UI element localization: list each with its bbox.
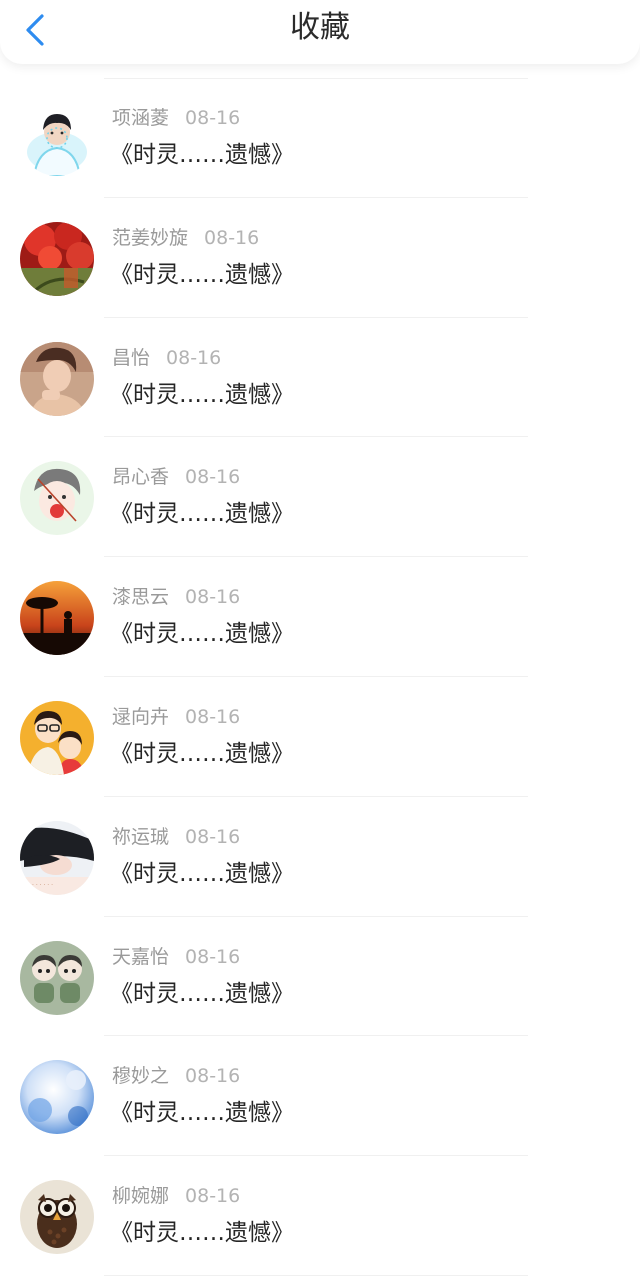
item-meta: 逯向卉 08-16 bbox=[112, 705, 240, 729]
item-date: 08-16 bbox=[185, 1185, 241, 1208]
item-meta: 漆思云 08-16 bbox=[112, 585, 240, 609]
list-item[interactable]: 逯向卉 08-16 《时灵……遗憾》 bbox=[0, 677, 640, 797]
avatar-image bbox=[20, 700, 94, 775]
item-date: 08-16 bbox=[185, 586, 241, 609]
avatar[interactable] bbox=[20, 581, 94, 656]
user-name: 昌怡 bbox=[112, 346, 151, 369]
avatar[interactable] bbox=[20, 1180, 94, 1255]
avatar-image bbox=[20, 581, 94, 656]
list-item[interactable]: 穆妙之 08-16 《时灵……遗憾》 bbox=[0, 1036, 640, 1157]
item-meta: 天嘉怡 08-16 bbox=[112, 945, 240, 969]
list-item[interactable]: 昌怡 08-16 《时灵……遗憾》 bbox=[0, 318, 640, 438]
item-title: 《时灵……遗憾》 bbox=[110, 1220, 294, 1247]
user-name: 项涵菱 bbox=[112, 107, 170, 129]
item-title: 《时灵……遗憾》 bbox=[110, 1100, 294, 1127]
item-title: 《时灵……遗憾》 bbox=[110, 621, 294, 648]
avatar-image bbox=[20, 1060, 94, 1135]
item-title: 《时灵……遗憾》 bbox=[110, 381, 294, 408]
avatar-image bbox=[20, 940, 94, 1015]
avatar-image bbox=[20, 221, 94, 296]
item-date: 08-16 bbox=[185, 466, 241, 489]
divider bbox=[104, 1274, 528, 1276]
item-meta: 昂心香 08-16 bbox=[112, 465, 240, 489]
item-date: 08-16 bbox=[204, 226, 260, 249]
item-title: 《时灵……遗憾》 bbox=[110, 860, 294, 887]
user-name: 昂心香 bbox=[112, 466, 170, 489]
item-date: 08-16 bbox=[185, 1065, 241, 1088]
item-date: 08-16 bbox=[185, 107, 241, 129]
item-meta: 昌怡 08-16 bbox=[112, 346, 221, 370]
user-name: 天嘉怡 bbox=[112, 945, 170, 968]
list-item[interactable]: 漆思云 08-16 《时灵……遗憾》 bbox=[0, 557, 640, 677]
avatar[interactable] bbox=[20, 700, 94, 775]
avatar[interactable] bbox=[20, 940, 94, 1015]
favorites-page: 收藏 项涵菱 08-16 《时灵……遗憾》 范姜妙旋 08-16 《时灵……遗憾… bbox=[0, 0, 640, 1277]
item-title: 《时灵……遗憾》 bbox=[110, 261, 294, 288]
avatar[interactable]: · · · · · · bbox=[20, 820, 94, 895]
list-item[interactable]: 天嘉怡 08-16 《时灵……遗憾》 bbox=[0, 917, 640, 1037]
list-item[interactable]: 范姜妙旋 08-16 《时灵……遗憾》 bbox=[0, 198, 640, 318]
list-item[interactable]: · · · · · · 祢运珹 08-16 《时灵……遗憾》 bbox=[0, 797, 640, 917]
avatar-image bbox=[20, 461, 94, 536]
avatar[interactable] bbox=[20, 102, 94, 176]
item-title: 《时灵……遗憾》 bbox=[110, 142, 294, 168]
item-meta: 项涵菱 08-16 bbox=[112, 106, 240, 130]
item-meta: 祢运珹 08-16 bbox=[112, 825, 240, 849]
avatar[interactable] bbox=[20, 341, 94, 416]
user-name: 祢运珹 bbox=[112, 825, 170, 848]
avatar-image bbox=[20, 341, 94, 416]
svg-text:· · · · · ·: · · · · · · bbox=[32, 882, 53, 889]
list-item[interactable]: 项涵菱 08-16 《时灵……遗憾》 bbox=[0, 78, 640, 198]
page-title: 收藏 bbox=[290, 10, 350, 45]
avatar[interactable] bbox=[20, 461, 94, 536]
item-date: 08-16 bbox=[185, 945, 241, 968]
avatar[interactable] bbox=[20, 221, 94, 296]
item-title: 《时灵……遗憾》 bbox=[110, 501, 294, 528]
item-meta: 范姜妙旋 08-16 bbox=[112, 226, 259, 250]
avatar-image bbox=[20, 102, 94, 176]
item-title: 《时灵……遗憾》 bbox=[110, 740, 294, 767]
item-date: 08-16 bbox=[166, 346, 222, 369]
user-name: 柳婉娜 bbox=[112, 1185, 170, 1208]
item-title: 《时灵……遗憾》 bbox=[110, 980, 294, 1007]
avatar[interactable] bbox=[20, 1060, 94, 1135]
avatar-image: · · · · · · bbox=[20, 820, 94, 895]
item-date: 08-16 bbox=[185, 825, 241, 848]
item-meta: 柳婉娜 08-16 bbox=[112, 1184, 240, 1208]
user-name: 逯向卉 bbox=[112, 705, 170, 728]
list-item[interactable]: 柳婉娜 08-16 《时灵……遗憾》 bbox=[0, 1156, 640, 1276]
user-name: 漆思云 bbox=[112, 586, 170, 609]
navigation-bar: 收藏 bbox=[0, 0, 640, 64]
item-meta: 穆妙之 08-16 bbox=[112, 1064, 240, 1088]
item-date: 08-16 bbox=[185, 705, 241, 728]
user-name: 穆妙之 bbox=[112, 1065, 170, 1088]
user-name: 范姜妙旋 bbox=[112, 226, 189, 249]
avatar-image bbox=[20, 1180, 94, 1255]
list-item[interactable]: 昂心香 08-16 《时灵……遗憾》 bbox=[0, 437, 640, 558]
favorites-list: 项涵菱 08-16 《时灵……遗憾》 范姜妙旋 08-16 《时灵……遗憾》 昌… bbox=[0, 78, 640, 1276]
